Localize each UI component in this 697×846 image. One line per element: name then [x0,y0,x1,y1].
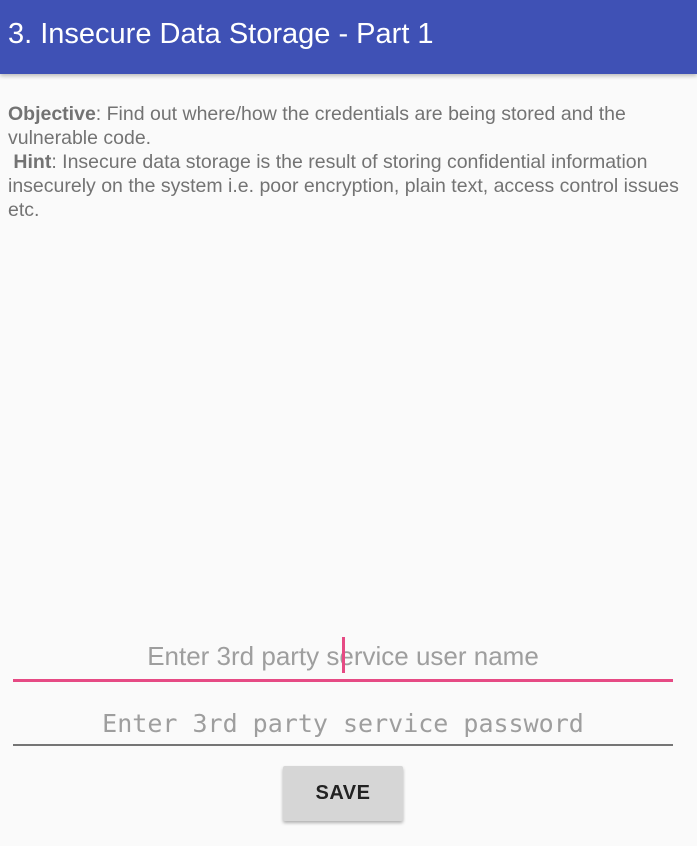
text-cursor [342,637,345,673]
password-field-container [13,703,673,746]
password-input[interactable] [13,703,673,743]
objective-text: : Find out where/how the credentials are… [8,103,626,149]
description-text: Objective: Find out where/how the creden… [8,102,683,222]
app-bar: 3. Insecure Data Storage - Part 1 [0,0,697,74]
hint-label: Hint [13,151,52,173]
objective-label: Objective [8,103,96,125]
page-title: 3. Insecure Data Storage - Part 1 [8,18,434,50]
username-field-container [13,636,673,682]
save-button[interactable]: SAVE [283,766,403,821]
hint-text: : Insecure data storage is the result of… [8,151,679,221]
